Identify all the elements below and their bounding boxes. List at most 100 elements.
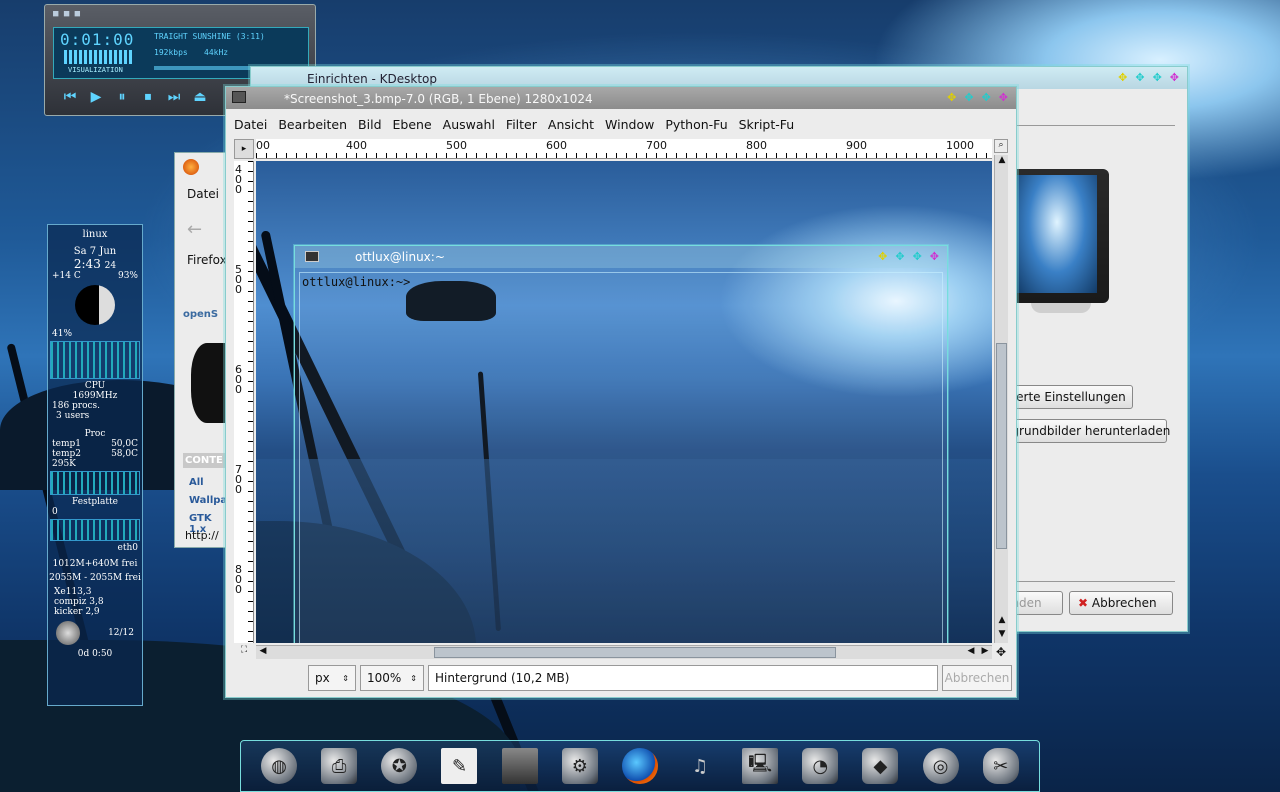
menu-python-fu[interactable]: Python-Fu — [665, 117, 727, 132]
scroll-thumb[interactable] — [434, 647, 836, 658]
disk-label: Festplatte — [72, 497, 118, 507]
close-icon[interactable]: ✥ — [999, 91, 1008, 104]
scroll-thumb[interactable] — [996, 343, 1007, 549]
vertical-scrollbar[interactable]: ▲ ▲ ▼ — [994, 155, 1008, 643]
scroll-up-icon[interactable]: ▲ — [995, 155, 1009, 169]
menu-window[interactable]: Window — [605, 117, 654, 132]
zoom-select[interactable]: 100% ⇕ — [360, 665, 424, 691]
window-menu-icon[interactable] — [232, 91, 246, 103]
status-url: http:// — [185, 529, 219, 542]
horizontal-scrollbar[interactable]: ◀ ◀ ▶ — [256, 645, 992, 659]
ruler-label: 400 — [346, 139, 367, 152]
settings-icon[interactable]: ⚙ — [561, 748, 598, 784]
cancel-button[interactable]: ✖ Abbrechen — [1069, 591, 1173, 615]
clock: 2:43 — [73, 257, 101, 271]
ruler-label: 6 0 0 — [235, 363, 242, 396]
kde-icon[interactable]: ✪ — [381, 748, 418, 784]
menu-datei[interactable]: Datei — [234, 117, 267, 132]
konsole-window[interactable]: ottlux@linux:~ ✥ ✥ ✥ ✥ ottlux@linux:~> — [294, 245, 948, 643]
menu-filter[interactable]: Filter — [506, 117, 537, 132]
track-title: TRAIGHT SUNSHINE (3:11) — [154, 32, 265, 41]
gimp-titlebar[interactable]: *Screenshot_3.bmp-7.0 (RGB, 1 Ebene) 128… — [226, 87, 1016, 109]
cpu-load: 41% — [52, 329, 73, 339]
prev-icon[interactable]: ⏮ — [61, 89, 79, 105]
cancel-progress-button[interactable]: Abbrechen — [942, 665, 1012, 691]
firefox-icon[interactable] — [183, 159, 199, 175]
unit-select[interactable]: px ⇕ — [308, 665, 356, 691]
firefox-menu-file[interactable]: Datei — [187, 187, 219, 201]
konsole-titlebar[interactable]: ottlux@linux:~ ✥ ✥ ✥ ✥ — [295, 246, 947, 268]
text-editor-icon[interactable]: ✎ — [441, 748, 478, 784]
gimp-image-window[interactable]: *Screenshot_3.bmp-7.0 (RGB, 1 Ebene) 128… — [225, 86, 1017, 698]
scroll-down-icon[interactable]: ▼ — [995, 629, 1009, 643]
next-icon[interactable]: ⏭ — [165, 89, 183, 105]
scroll-right-icon[interactable]: ▶ — [978, 646, 992, 660]
bookmark-label[interactable]: Firefox — [187, 253, 227, 267]
maximize-icon[interactable]: ✥ — [913, 250, 922, 263]
ruler-menu-icon[interactable]: ⌕ — [994, 139, 1008, 153]
app-icon-1[interactable]: ◔ — [802, 748, 839, 784]
globe-icon[interactable]: ◍ — [261, 748, 298, 784]
download-wallpapers-button[interactable]: ...grundbilder herunterladen — [991, 419, 1170, 443]
menu-ebene[interactable]: Ebene — [393, 117, 432, 132]
pause-icon[interactable]: ⏸ — [113, 89, 131, 105]
firefox-window[interactable]: Datei ← Firefox openS CONTE All Wallpap … — [174, 152, 230, 548]
app-icon-2[interactable]: ◆ — [862, 748, 899, 784]
printer-icon[interactable]: ⎙ — [321, 748, 358, 784]
menu-bearbeiten[interactable]: Bearbeiten — [278, 117, 347, 132]
music-icon[interactable]: ♫ — [682, 748, 718, 784]
play-time: 0:01:00 — [60, 30, 135, 49]
menu-skript-fu[interactable]: Skript-Fu — [739, 117, 795, 132]
x11-load: Xe113,3 — [54, 587, 92, 597]
minimize-icon[interactable]: ✥ — [895, 250, 904, 263]
vertical-ruler[interactable]: 4 0 0 5 0 0 6 0 0 7 0 0 8 0 0 — [234, 161, 254, 643]
sample-rate: 44kHz — [204, 48, 229, 57]
zoom-toggle[interactable]: ⛶ — [234, 645, 254, 659]
eject-icon[interactable]: ⏏ — [191, 89, 209, 105]
stop-icon[interactable]: ⏹ — [139, 89, 157, 105]
firefox-icon[interactable] — [621, 748, 658, 784]
menu-icon[interactable]: ✥ — [1118, 71, 1127, 84]
minimize-icon[interactable]: ✥ — [1135, 71, 1144, 84]
close-icon[interactable]: ✥ — [1170, 71, 1179, 84]
spin-icon: ⇕ — [410, 673, 417, 683]
back-button[interactable]: ← — [187, 219, 202, 240]
scroll-left-icon[interactable]: ◀ — [964, 646, 978, 660]
minimize-icon[interactable]: ✥ — [964, 91, 973, 104]
ruler-label: 500 — [446, 139, 467, 152]
navigate-icon[interactable]: ✥ — [994, 645, 1008, 659]
menu-auswahl[interactable]: Auswahl — [443, 117, 495, 132]
scroll-left-icon[interactable]: ◀ — [256, 646, 270, 660]
moon-icon — [75, 285, 115, 325]
separator — [1011, 125, 1175, 126]
maximize-icon[interactable]: ✥ — [982, 91, 991, 104]
maximize-icon[interactable]: ✥ — [1153, 71, 1162, 84]
mail-icon[interactable] — [56, 621, 80, 645]
image-canvas[interactable]: ottlux@linux:~ ✥ ✥ ✥ ✥ ottlux@linux:~> — [256, 161, 992, 643]
play-icon[interactable]: ▶ — [87, 89, 105, 105]
sidebar-link-wallpaper[interactable]: Wallpap — [189, 495, 229, 506]
menu-ansicht[interactable]: Ansicht — [548, 117, 594, 132]
ruler-label: 5 0 0 — [235, 263, 242, 296]
quick-mask-toggle[interactable]: ▸ — [234, 139, 254, 159]
menu-icon[interactable]: ✥ — [947, 91, 956, 104]
cpu-label: CPU — [84, 381, 106, 391]
menu-icon[interactable]: ✥ — [878, 250, 887, 263]
horizontal-ruler[interactable]: 00 400 500 600 700 800 900 1000 — [256, 139, 992, 159]
terminal-icon[interactable] — [501, 748, 538, 784]
bitrate: 192kbps — [154, 48, 188, 57]
menu-bild[interactable]: Bild — [358, 117, 381, 132]
uptime: 0d 0:50 — [77, 649, 113, 659]
terminal-area[interactable]: ottlux@linux:~> — [299, 272, 943, 643]
disk-icon[interactable]: ◎ — [922, 748, 959, 784]
scroll-down-icon[interactable]: ▲ — [995, 615, 1009, 629]
gimp-icon[interactable]: ✂ — [982, 748, 1019, 784]
close-icon[interactable]: ✥ — [930, 250, 939, 263]
content-heading: CONTE — [183, 453, 229, 468]
sidebar-link-all[interactable]: All — [189, 477, 204, 488]
computer-icon[interactable]: 🖳 — [742, 748, 779, 784]
disk-zero: 0 — [52, 507, 58, 517]
disk-graph — [50, 519, 140, 541]
temp1-value: 50,0C — [111, 439, 138, 449]
spectrum-analyzer — [64, 50, 134, 64]
